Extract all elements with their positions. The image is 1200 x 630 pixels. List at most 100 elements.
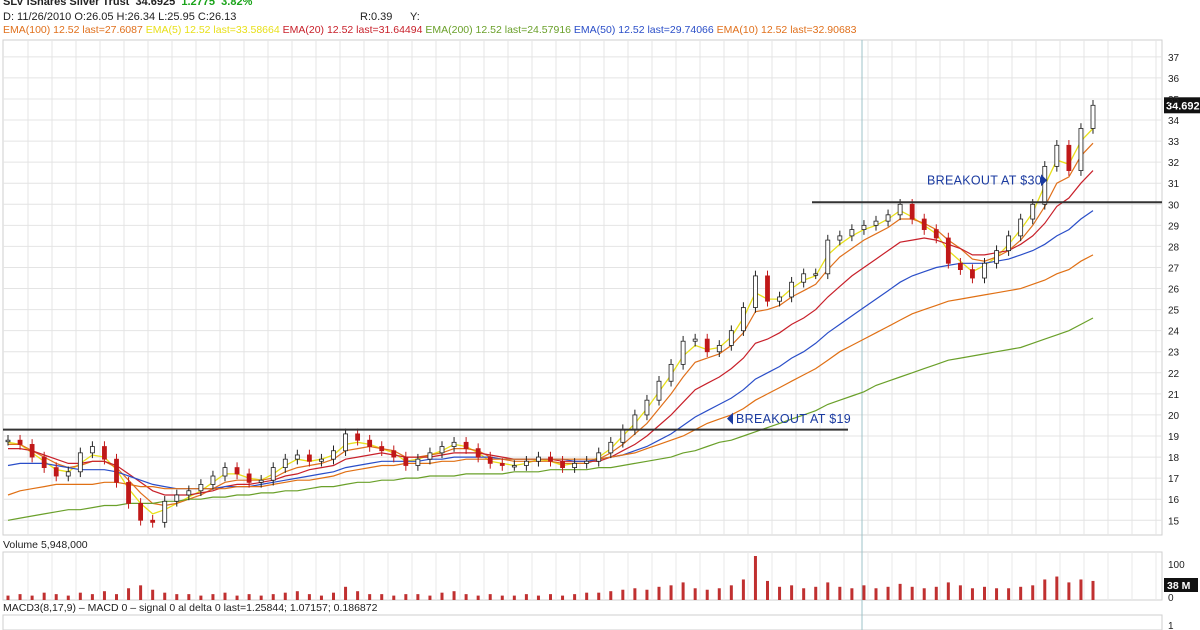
candle-body [174, 494, 180, 502]
y-tick-label: 35 [1168, 95, 1180, 106]
volume-bar [693, 588, 697, 600]
candle-body [837, 235, 843, 241]
candle-body [728, 330, 734, 346]
volume-bar [549, 594, 552, 600]
volume-label: Volume 5,948,000 [3, 539, 88, 551]
candle-body [138, 503, 144, 521]
candle-body [825, 239, 831, 275]
y-tick-label: 18 [1168, 453, 1180, 464]
volume-bar [790, 585, 794, 600]
volume-bar [500, 595, 504, 600]
y-tick-label: 17 [1168, 474, 1180, 485]
volume-bar [428, 595, 432, 600]
candle-body [536, 456, 541, 462]
y-tick-label: 15 [1168, 516, 1180, 527]
volume-bar [380, 594, 384, 600]
y-tick-label: 20 [1168, 411, 1180, 422]
volume-bar [778, 586, 782, 600]
candle-body [801, 273, 807, 283]
volume-bar [1019, 586, 1023, 600]
volume-bar [995, 588, 999, 600]
volume-bar [1055, 576, 1059, 600]
volume-bar [102, 591, 106, 600]
candle-body [560, 460, 565, 468]
last-volume-label: 38 M [1167, 580, 1191, 592]
volume-bar [319, 595, 323, 600]
volume-bar [741, 579, 745, 600]
candle-body [379, 446, 385, 452]
candle-body [608, 441, 614, 454]
candle-body [957, 262, 963, 270]
volume-bar [452, 591, 456, 600]
candle-body [680, 340, 686, 365]
volume-bar [78, 592, 82, 600]
macd-label: MACD3(8,17,9) – MACD 0 – signal 0 al del… [3, 602, 378, 614]
volume-bar [573, 594, 577, 600]
candle-body [367, 439, 373, 447]
candle-body [1006, 235, 1012, 252]
candle-body [126, 481, 131, 504]
candle-body [1054, 144, 1060, 167]
y-tick-label: 24 [1168, 327, 1180, 338]
candle-body [572, 462, 578, 468]
candle-body [933, 229, 939, 239]
y-tick-label: 29 [1168, 221, 1180, 232]
volume-bar [187, 594, 191, 600]
volume-bar [247, 594, 251, 600]
volume-bar [645, 589, 649, 600]
candle-body [873, 220, 879, 226]
volume-bar [139, 585, 143, 600]
candle-body [53, 467, 59, 477]
candle-body [499, 462, 505, 466]
candle-body [102, 446, 107, 460]
volume-bar [356, 591, 360, 600]
volume-bar [609, 591, 613, 600]
candle-body [584, 460, 590, 464]
candle-body [861, 224, 867, 230]
y-tick-label: 16 [1168, 495, 1180, 506]
volume-bar [766, 580, 769, 600]
candle-body [65, 471, 71, 477]
volume-bar [307, 594, 311, 600]
volume-bar [392, 595, 396, 600]
candle-body [1030, 203, 1036, 220]
candle-body [234, 467, 240, 475]
candle-body [885, 214, 891, 222]
volume-bar [175, 594, 179, 600]
candle-body [258, 479, 264, 483]
y-tick-label: 33 [1168, 137, 1180, 148]
candle-body [29, 444, 35, 458]
candle-body [487, 456, 493, 464]
candle-body [789, 281, 795, 298]
volume-bar [512, 595, 516, 600]
volume-bar [332, 592, 335, 600]
volume-bar [235, 595, 239, 600]
grid [2, 39, 1163, 630]
candle-body [294, 454, 300, 460]
volume-bar [488, 594, 492, 600]
volume-bar [1043, 579, 1047, 600]
volume-bar [368, 594, 372, 600]
volume-bar [898, 583, 902, 600]
volume-bar [416, 594, 420, 600]
volume-bar [910, 586, 914, 600]
volume-bar [585, 592, 589, 600]
y-tick-label: 19 [1168, 432, 1180, 443]
candle-body [89, 446, 95, 454]
volume-bar [42, 592, 46, 600]
candle-body [343, 433, 348, 452]
volume-bar [54, 594, 58, 600]
candle-body [210, 475, 216, 485]
candle-body [17, 439, 23, 445]
volume-bar [958, 585, 962, 600]
volume-bar [163, 592, 167, 600]
candle-body [813, 273, 819, 276]
macd-panel [2, 614, 1163, 630]
candle-body [704, 338, 710, 353]
candle-body [982, 262, 987, 279]
candle-body [945, 237, 951, 264]
volume-bar [259, 595, 263, 600]
y-tick-label: 21 [1168, 390, 1180, 401]
candle-body [270, 467, 276, 481]
candle-body [921, 218, 927, 230]
